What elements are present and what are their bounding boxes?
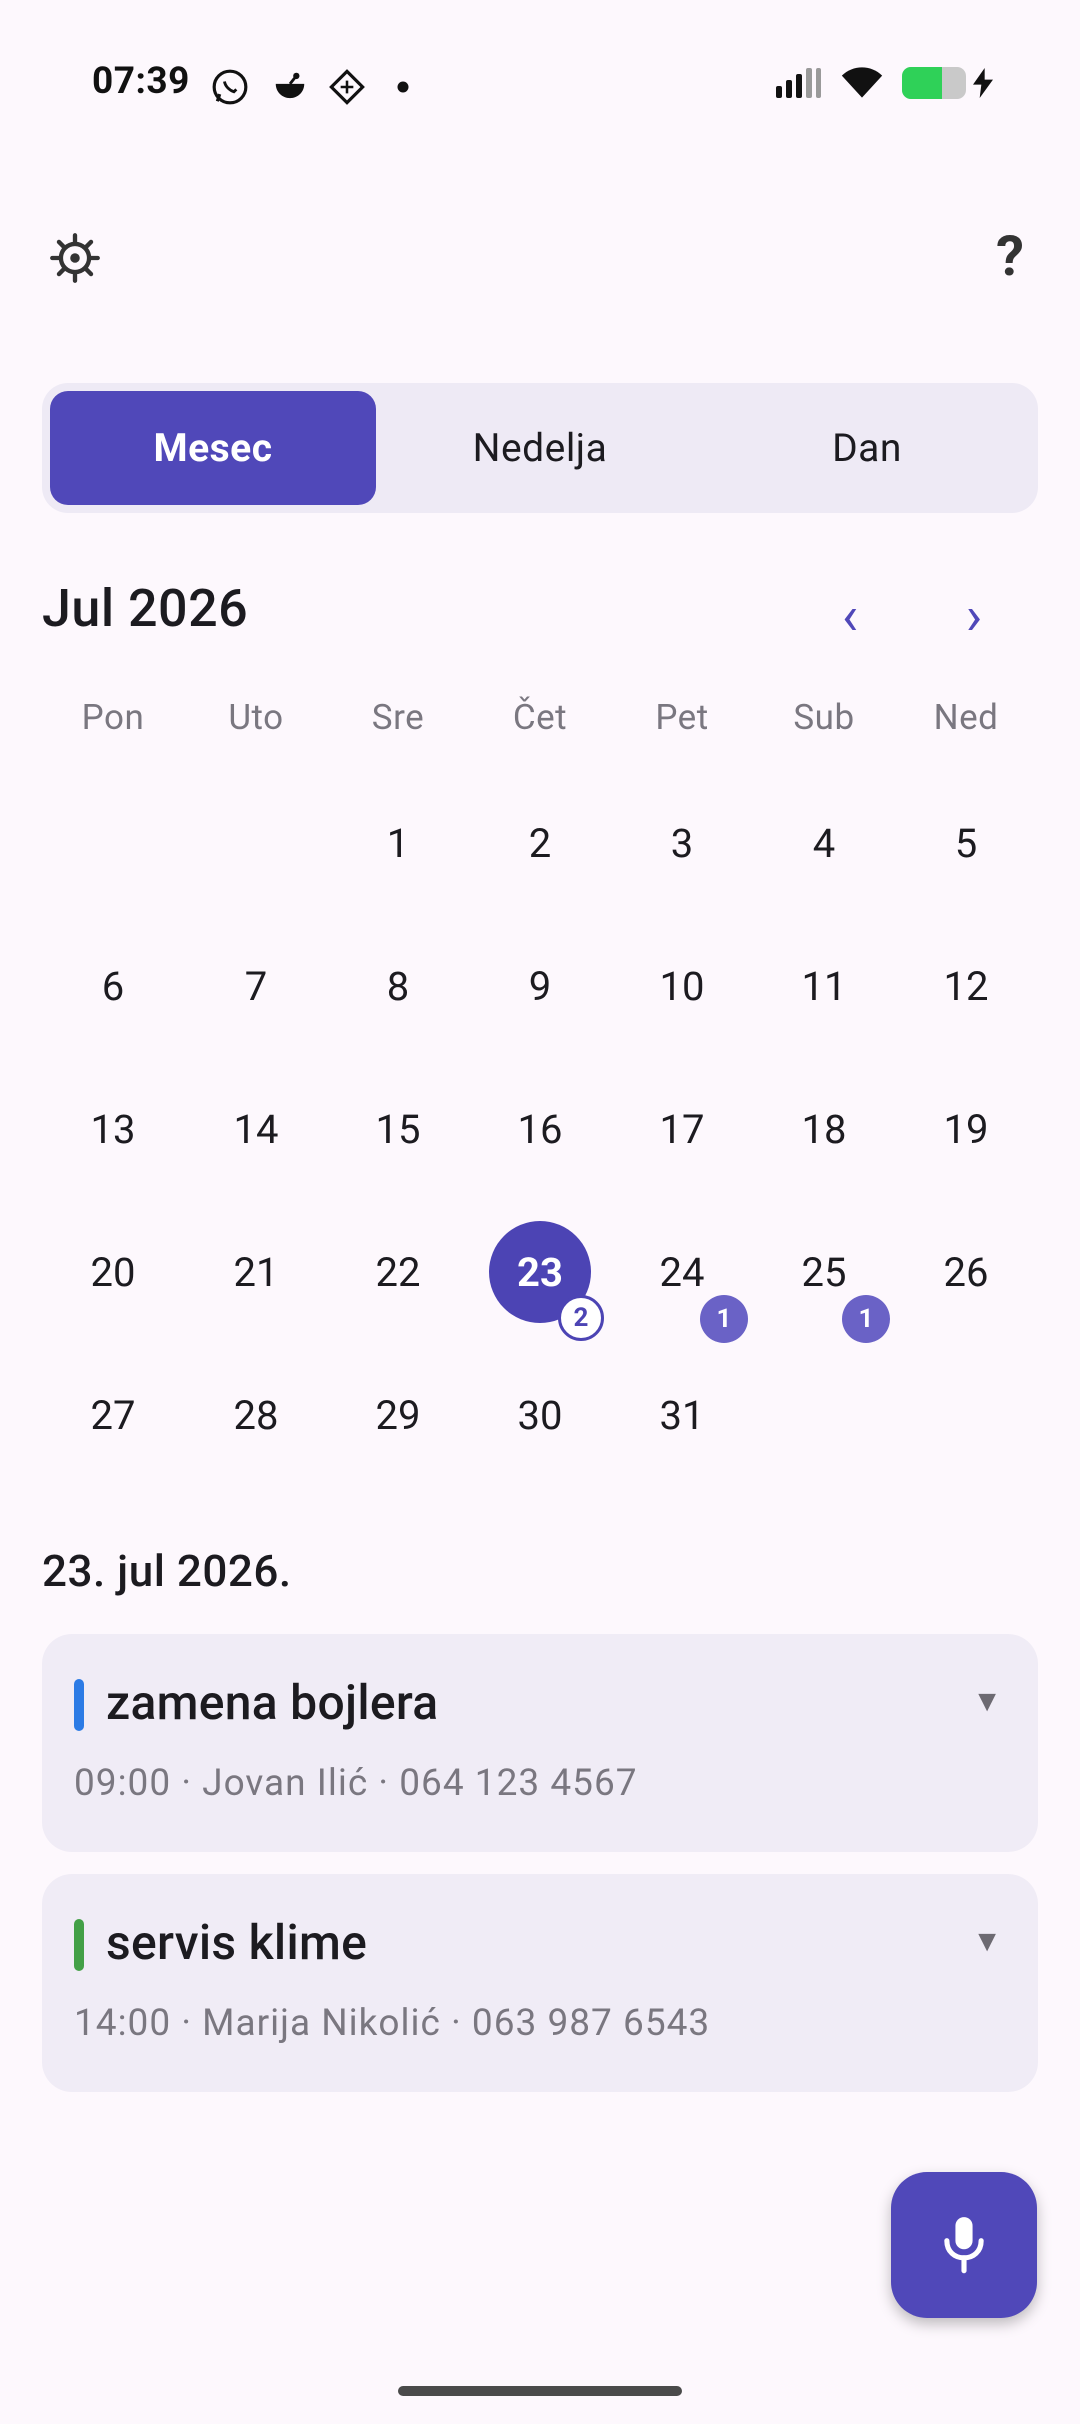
view-option-mesec[interactable]: Mesec: [50, 391, 376, 505]
calendar-day[interactable]: 10: [627, 931, 737, 1041]
calendar-day[interactable]: 13: [58, 1074, 168, 1184]
event-count-badge: 1: [842, 1295, 890, 1343]
calendar-day[interactable]: 15: [343, 1074, 453, 1184]
calendar-day[interactable]: 19: [911, 1074, 1021, 1184]
status-time: 07:39: [92, 60, 190, 103]
calendar-day[interactable]: 30: [485, 1360, 595, 1470]
event-color-bar: [74, 1919, 84, 1971]
event-title: servis klime: [106, 1914, 368, 1971]
calendar-day[interactable]: 31: [627, 1360, 737, 1470]
month-title: Jul 2026: [42, 578, 249, 639]
app-icon: [275, 72, 305, 99]
help-button[interactable]: ?: [970, 216, 1050, 296]
view-switch: Mesec Nedelja Dan: [42, 383, 1038, 513]
settings-button[interactable]: [35, 218, 115, 298]
expand-icon[interactable]: ▼: [972, 1684, 1002, 1719]
weekday-label: Sre: [371, 697, 425, 738]
calendar-day[interactable]: 3: [627, 788, 737, 898]
status-bar: 07:39: [0, 0, 1080, 175]
event-color-bar: [74, 1679, 84, 1731]
calendar-day[interactable]: 2: [485, 788, 595, 898]
event-card[interactable]: zamena bojlera 09:00 · Jovan Ilić · 064 …: [42, 1634, 1038, 1852]
calendar-day[interactable]: 8: [343, 931, 453, 1041]
calendar-day[interactable]: 9: [485, 931, 595, 1041]
calendar-day[interactable]: 6: [58, 931, 168, 1041]
calendar-day[interactable]: 21: [201, 1217, 311, 1327]
event-count-badge: 1: [700, 1295, 748, 1343]
calendar-day[interactable]: 12: [911, 931, 1021, 1041]
weekday-label: Sub: [793, 697, 855, 738]
expand-icon[interactable]: ▼: [972, 1924, 1002, 1959]
calendar-day[interactable]: 16: [485, 1074, 595, 1184]
whatsapp-icon: [212, 69, 248, 105]
dot-icon: [397, 81, 409, 93]
wifi-icon: [841, 67, 883, 98]
event-details: 14:00 · Marija Nikolić · 063 987 6543: [74, 2002, 711, 2045]
status-right: [776, 66, 994, 100]
weekday-label: Pon: [81, 697, 145, 738]
battery-level: [902, 67, 942, 99]
screen: 07:39 ? Mesec Nedelja Dan Jul 2026 ‹ › P…: [0, 0, 1080, 2424]
event-title: zamena bojlera: [106, 1674, 439, 1731]
previous-month-button[interactable]: ‹: [818, 585, 882, 648]
voice-input-button[interactable]: [891, 2172, 1037, 2318]
calendar-day[interactable]: 11: [769, 931, 879, 1041]
weekday-label: Pet: [655, 697, 709, 738]
calendar-day[interactable]: 4: [769, 788, 879, 898]
calendar-day[interactable]: 29: [343, 1360, 453, 1470]
calendar-day[interactable]: 1: [343, 788, 453, 898]
app-icon-2: [329, 69, 365, 105]
calendar-day[interactable]: 17: [627, 1074, 737, 1184]
home-indicator: [398, 2386, 682, 2396]
calendar-day[interactable]: 18: [769, 1074, 879, 1184]
calendar-day[interactable]: 7: [201, 931, 311, 1041]
calendar-day[interactable]: 22: [343, 1217, 453, 1327]
event-card[interactable]: servis klime 14:00 · Marija Nikolić · 06…: [42, 1874, 1038, 2092]
settings-icon: [50, 233, 100, 283]
calendar-day[interactable]: 14: [201, 1074, 311, 1184]
calendar-day[interactable]: 27: [58, 1360, 168, 1470]
calendar-day[interactable]: 5: [911, 788, 1021, 898]
weekday-label: Uto: [228, 697, 284, 738]
signal-icon: [776, 68, 821, 98]
view-option-nedelja[interactable]: Nedelja: [377, 391, 703, 505]
weekday-label: Čet: [512, 697, 568, 738]
view-option-dan[interactable]: Dan: [704, 391, 1030, 505]
event-details: 09:00 · Jovan Ilić · 064 123 4567: [74, 1762, 638, 1805]
next-month-button[interactable]: ›: [942, 585, 1006, 648]
event-count-badge: 2: [558, 1295, 604, 1341]
calendar-day[interactable]: 28: [201, 1360, 311, 1470]
selected-date-label: 23. jul 2026.: [42, 1545, 292, 1597]
calendar-day[interactable]: 26: [911, 1217, 1021, 1327]
weekday-label: Ned: [933, 697, 999, 738]
charging-icon: [973, 68, 993, 98]
calendar-day[interactable]: 20: [58, 1217, 168, 1327]
microphone-icon: [944, 2217, 984, 2274]
battery-icon: [902, 67, 966, 99]
